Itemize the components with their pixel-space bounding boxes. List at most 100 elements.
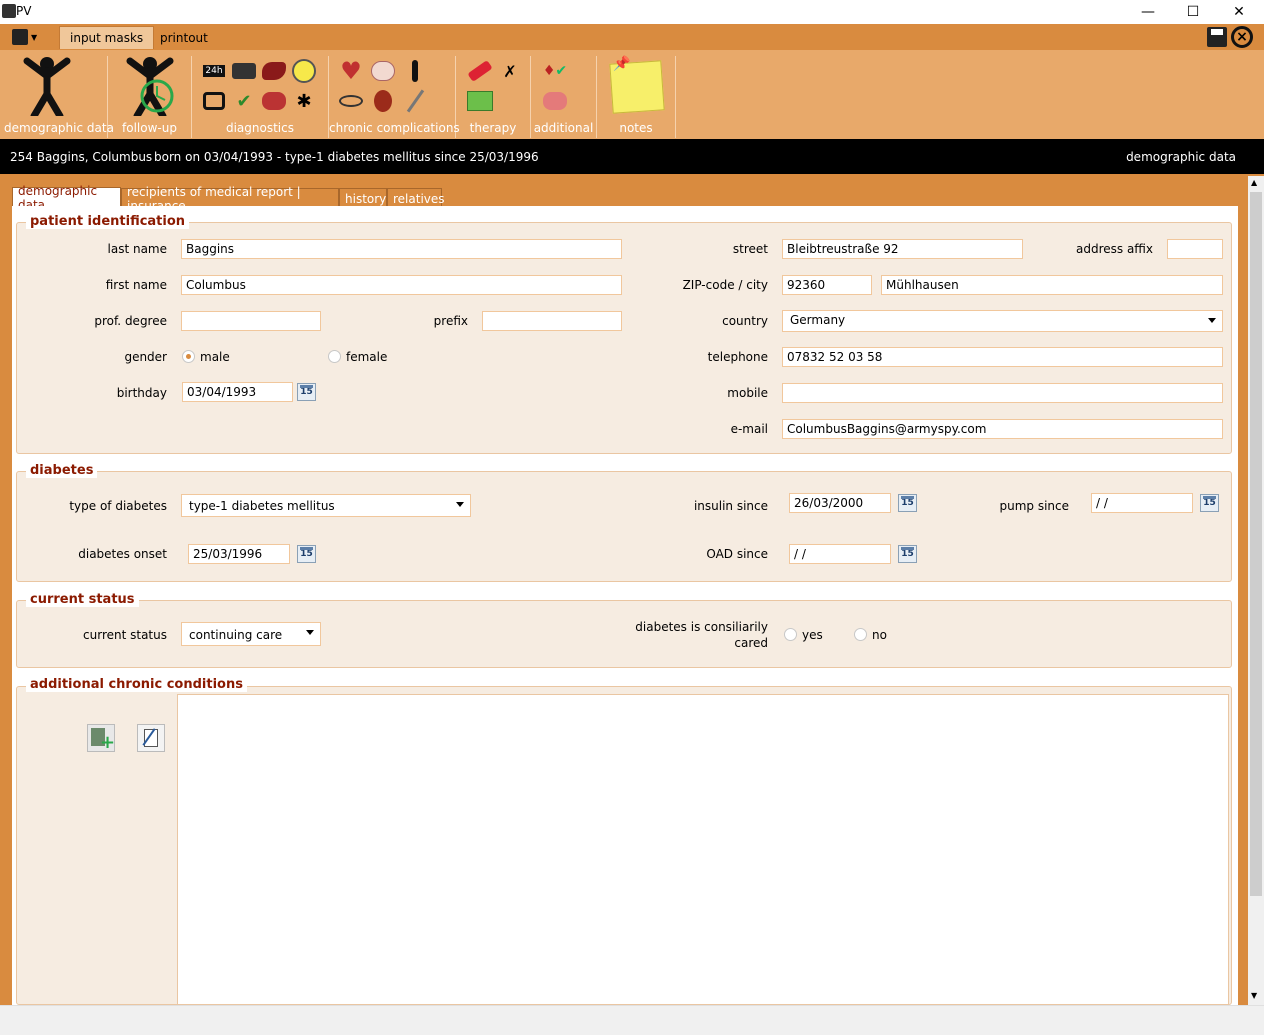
country-select[interactable]: Germany (782, 310, 1223, 332)
menu-bar: ▼ input masks printout × (0, 24, 1264, 50)
zip-city-label: ZIP-code / city (682, 278, 768, 292)
exit-icon[interactable]: × (1231, 26, 1253, 48)
leg-icon[interactable] (401, 58, 429, 84)
birthday-input[interactable]: 03/04/1993 (182, 382, 293, 402)
insulin-pen-icon[interactable] (466, 58, 494, 84)
exercise-icon[interactable]: ✗ (496, 58, 524, 84)
ribbon-group-therapy[interactable]: ✗ therapy (456, 56, 531, 138)
ribbon-label-notes: notes (619, 121, 653, 135)
ecg-device-icon[interactable] (230, 58, 258, 84)
city-input[interactable]: Mühlhausen (881, 275, 1223, 295)
country-label: country (722, 314, 768, 328)
insulin-since-input[interactable]: 26/03/2000 (789, 493, 891, 513)
scrollbar-thumb[interactable] (1250, 192, 1262, 896)
chevron-down-icon (306, 630, 314, 635)
window-title: PV (16, 4, 32, 18)
checklist-icon[interactable]: ♦ ✔ (541, 58, 569, 84)
calendar-icon[interactable]: 15 (1200, 494, 1219, 512)
kidney-icon[interactable] (369, 88, 397, 114)
prof-degree-input[interactable] (181, 311, 321, 331)
save-icon[interactable] (1207, 27, 1227, 47)
scroll-up-icon[interactable]: ▲ (1251, 178, 1257, 187)
maximize-button[interactable]: ☐ (1170, 0, 1216, 24)
ribbon-group-diagnostics[interactable]: 24h ✔ ✱ diagnostics (192, 56, 329, 138)
lungs-icon[interactable] (541, 88, 569, 114)
ribbon-label-demographic: demographic data (4, 121, 114, 135)
follow-up-icon (126, 57, 174, 116)
ribbon-group-chronic[interactable]: ♥ chronic complications (329, 56, 460, 138)
street-input[interactable]: Bleibtreustraße 92 (782, 239, 1023, 259)
edit-button[interactable] (137, 724, 165, 752)
pump-since-input[interactable]: / / (1091, 493, 1193, 513)
gender-female-label: female (346, 350, 388, 364)
brain-icon[interactable] (369, 58, 397, 84)
prefix-input[interactable] (482, 311, 622, 331)
training-icon[interactable] (466, 88, 494, 114)
reflex-hammer-icon[interactable] (401, 88, 429, 114)
ribbon-group-notes[interactable]: 📌 notes (597, 56, 676, 138)
diabetes-onset-input[interactable]: 25/03/1996 (188, 544, 290, 564)
pin-icon: 📌 (613, 56, 631, 72)
smiley-icon[interactable] (290, 58, 318, 84)
app-menu-button[interactable]: ▼ (12, 27, 42, 47)
section-name: demographic data (1126, 149, 1236, 164)
diabetes-type-value: type-1 diabetes mellitus (189, 499, 335, 513)
scroll-down-icon[interactable]: ▼ (1251, 991, 1257, 1000)
mobile-input[interactable] (782, 383, 1223, 403)
diabetes-type-label: type of diabetes (69, 499, 167, 513)
consiliar-yes-radio[interactable] (784, 628, 797, 641)
calendar-icon[interactable]: 15 (297, 383, 316, 401)
calendar-icon[interactable]: 15 (898, 494, 917, 512)
diabetes-group (16, 471, 1232, 582)
first-name-input[interactable]: Columbus (181, 275, 622, 295)
patient-info-bar: 254 Baggins, Columbus born on 03/04/1993… (0, 139, 1264, 174)
eye-icon[interactable] (337, 88, 365, 114)
current-status-title: current status (26, 592, 139, 607)
ribbon-group-additional[interactable]: ♦ ✔ additional (531, 56, 597, 138)
current-status-select[interactable]: continuing care (181, 622, 321, 646)
patient-identification-title: patient identification (26, 214, 190, 229)
diabetes-type-select[interactable]: type-1 diabetes mellitus (181, 494, 471, 517)
calendar-icon[interactable]: 15 (297, 545, 316, 563)
minimize-button[interactable]: — (1125, 0, 1171, 24)
patient-details: born on 03/04/1993 - type-1 diabetes mel… (154, 149, 539, 164)
telephone-label: telephone (707, 350, 768, 364)
ribbon-group-demographic[interactable]: demographic data (4, 56, 114, 138)
email-input[interactable]: ColumbusBaggins@armyspy.com (782, 419, 1223, 439)
mobile-label: mobile (727, 386, 768, 400)
subtab-history[interactable]: history (339, 188, 387, 208)
lungs-icon[interactable] (260, 88, 288, 114)
prefix-label: prefix (433, 314, 468, 328)
subtab-relatives[interactable]: relatives (387, 188, 445, 208)
blood-pressure-icon[interactable] (200, 88, 228, 114)
ribbon-label-chronic: chronic complications (329, 121, 460, 135)
diabetes-title: diabetes (26, 463, 98, 478)
last-name-input[interactable]: Baggins (181, 239, 622, 259)
insulin-since-label: insulin since (693, 499, 768, 513)
country-value: Germany (790, 313, 846, 327)
foot-check-icon[interactable]: ✔ (230, 88, 258, 114)
additional-chronic-title: additional chronic conditions (26, 677, 247, 692)
current-status-value: continuing care (189, 628, 283, 642)
tab-printout[interactable]: printout (150, 26, 218, 49)
gender-female-radio[interactable] (328, 350, 341, 363)
calendar-icon[interactable]: 15 (898, 545, 917, 563)
zip-input[interactable]: 92360 (782, 275, 872, 295)
subtab-recipients[interactable]: recipients of medical report | insurance (121, 185, 339, 213)
tab-input-masks[interactable]: input masks (59, 26, 155, 49)
subtab-demographic-data[interactable]: demographic data (12, 184, 121, 212)
ribbon-group-follow-up[interactable]: follow-up (108, 56, 192, 138)
telephone-input[interactable]: 07832 52 03 58 (782, 347, 1223, 367)
gender-male-radio[interactable] (182, 350, 195, 363)
add-icd-button[interactable]: + (87, 724, 115, 752)
oad-since-label: OAD since (706, 547, 768, 561)
blood-pressure-24h-icon[interactable]: 24h (200, 58, 228, 84)
activity-icon[interactable]: ✱ (290, 88, 318, 114)
liver-icon[interactable] (260, 58, 288, 84)
heart-icon[interactable]: ♥ (337, 57, 365, 85)
consiliar-no-radio[interactable] (854, 628, 867, 641)
oad-since-input[interactable]: / / (789, 544, 891, 564)
close-button[interactable]: ✕ (1216, 0, 1262, 24)
address-affix-input[interactable] (1167, 239, 1223, 259)
chronic-conditions-list[interactable] (177, 694, 1229, 1005)
